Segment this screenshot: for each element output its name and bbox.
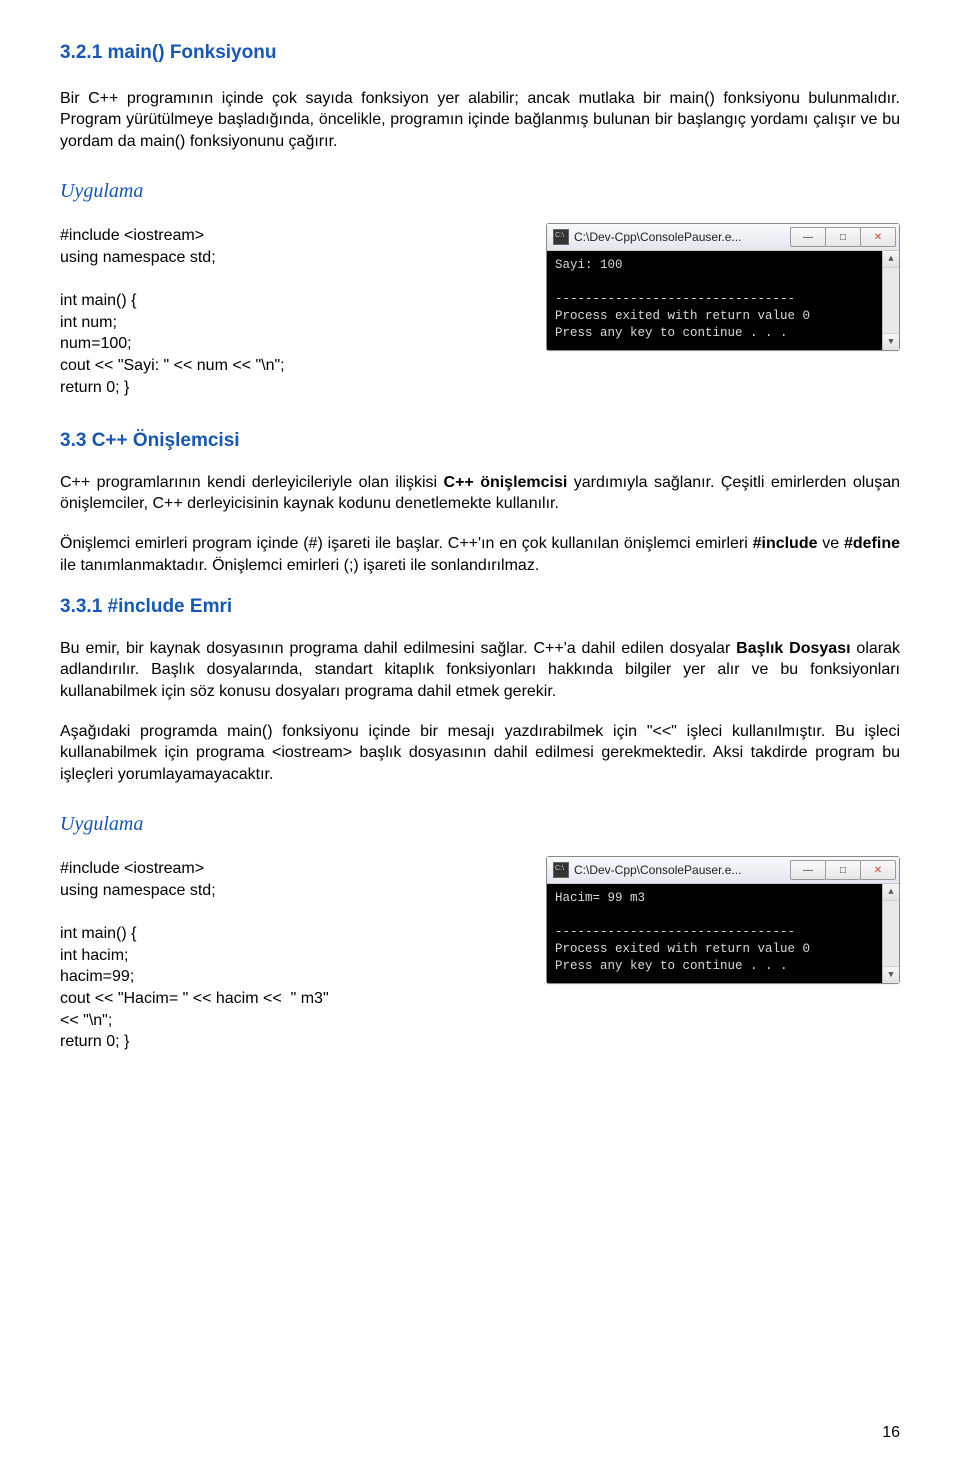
console-path: C:\Dev-Cpp\ConsolePauser.e... — [574, 862, 741, 878]
code-block-1: #include <iostream> using namespace std;… — [60, 225, 285, 398]
window-buttons: — □ ✕ — [791, 227, 896, 247]
text: C++ programlarının kendi derleyicileriyl… — [60, 474, 444, 491]
heading-3-3-1: 3.3.1 #include Emri — [60, 594, 900, 620]
paragraph-main-fonksiyonu: Bir C++ programının içinde çok sayıda fo… — [60, 88, 900, 153]
page-number: 16 — [882, 1422, 900, 1444]
code-block-2: #include <iostream> using namespace std;… — [60, 858, 329, 1052]
console-body: Sayi: 100 ------------------------------… — [547, 251, 899, 349]
close-button[interactable]: ✕ — [860, 227, 896, 247]
paragraph-onislemci-2: Önişlemci emirleri program içinde (#) iş… — [60, 533, 900, 576]
paragraph-include-1: Bu emir, bir kaynak dosyasının programa … — [60, 638, 900, 703]
heading-3-3: 3.3 C++ Önişlemcisi — [60, 428, 900, 454]
bold-term: C++ önişlemcisi — [444, 474, 568, 491]
scroll-up-icon[interactable]: ▲ — [883, 251, 899, 268]
console-window-1: C:\Dev-Cpp\ConsolePauser.e... — □ ✕ Sayi… — [546, 223, 900, 350]
scroll-down-icon[interactable]: ▼ — [883, 966, 899, 983]
console-title-left: C:\Dev-Cpp\ConsolePauser.e... — [553, 229, 741, 245]
console-app-icon — [553, 862, 569, 878]
maximize-button[interactable]: □ — [825, 227, 861, 247]
console-app-icon — [553, 229, 569, 245]
paragraph-onislemci-1: C++ programlarının kendi derleyicileriyl… — [60, 472, 900, 515]
console-output: Hacim= 99 m3 ---------------------------… — [555, 890, 876, 974]
console-titlebar: C:\Dev-Cpp\ConsolePauser.e... — □ ✕ — [547, 224, 899, 251]
text: ve — [818, 535, 844, 552]
console-output: Sayi: 100 ------------------------------… — [555, 257, 876, 341]
bold-baslik-dosyasi: Başlık Dosyası — [736, 640, 850, 657]
heading-uygulama-2: Uygulama — [60, 811, 900, 838]
console-title-left: C:\Dev-Cpp\ConsolePauser.e... — [553, 862, 741, 878]
text: Önişlemci emirleri program içinde (#) iş… — [60, 535, 753, 552]
scroll-down-icon[interactable]: ▼ — [883, 333, 899, 350]
minimize-button[interactable]: — — [790, 860, 826, 880]
bold-include: #include — [753, 535, 818, 552]
heading-uygulama-1: Uygulama — [60, 178, 900, 205]
text: ile tanımlanmaktadır. Önişlemci emirleri… — [60, 557, 539, 574]
console-window-2: C:\Dev-Cpp\ConsolePauser.e... — □ ✕ Haci… — [546, 856, 900, 983]
console-titlebar: C:\Dev-Cpp\ConsolePauser.e... — □ ✕ — [547, 857, 899, 884]
example-2-row: #include <iostream> using namespace std;… — [60, 856, 900, 1052]
minimize-button[interactable]: — — [790, 227, 826, 247]
close-button[interactable]: ✕ — [860, 860, 896, 880]
paragraph-include-2: Aşağıdaki programda main() fonksiyonu iç… — [60, 721, 900, 786]
maximize-button[interactable]: □ — [825, 860, 861, 880]
console-body: Hacim= 99 m3 ---------------------------… — [547, 884, 899, 982]
bold-define: #define — [844, 535, 900, 552]
text: Bu emir, bir kaynak dosyasının programa … — [60, 640, 736, 657]
scroll-up-icon[interactable]: ▲ — [883, 884, 899, 901]
console-scrollbar[interactable]: ▲ ▼ — [882, 251, 899, 349]
window-buttons: — □ ✕ — [791, 860, 896, 880]
heading-3-2-1: 3.2.1 main() Fonksiyonu — [60, 40, 900, 66]
console-scrollbar[interactable]: ▲ ▼ — [882, 884, 899, 982]
example-1-row: #include <iostream> using namespace std;… — [60, 223, 900, 398]
console-path: C:\Dev-Cpp\ConsolePauser.e... — [574, 229, 741, 245]
